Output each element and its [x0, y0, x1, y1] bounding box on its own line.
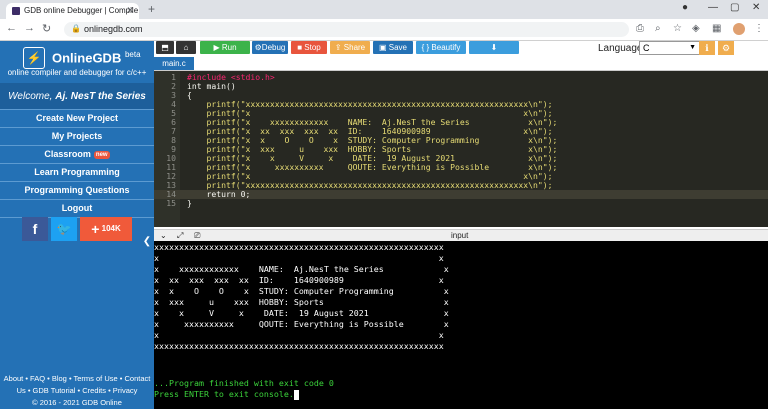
- close-tab-icon[interactable]: ✕: [126, 5, 134, 16]
- line-number: 15: [166, 198, 176, 208]
- reload-icon[interactable]: ↻: [42, 22, 51, 35]
- code-editor[interactable]: 1 #include <stdio.h> 2 int main() 3{4 printf…: [154, 71, 768, 227]
- site-favicon-icon: [12, 7, 20, 15]
- file-tab-bar: main.c: [154, 57, 768, 71]
- console-output-line: x x: [154, 253, 444, 263]
- code-text: return 0;: [187, 189, 251, 199]
- share-count-button[interactable]: + 104K: [80, 217, 132, 241]
- url-text: onlinegdb.com: [84, 24, 143, 34]
- grid-icon[interactable]: ▦: [712, 23, 721, 34]
- tagline: online compiler and debugger for c/c++: [7, 68, 147, 77]
- console-output-line: x x V x DATE: 19 August 2021 x: [154, 308, 449, 318]
- exit-status-text: ...Program finished with exit code 0: [154, 378, 334, 388]
- save-button[interactable]: ▣ Save: [373, 41, 413, 54]
- brand-name: OnlineGDB beta: [52, 50, 141, 66]
- code-line: 2 int main(): [154, 82, 768, 91]
- code-text: }: [187, 198, 192, 208]
- onlinegdb-logo-icon: ⚡: [23, 47, 45, 69]
- console-output-line: xxxxxxxxxxxxxxxxxxxxxxxxxxxxxxxxxxxxxxxx…: [154, 242, 444, 252]
- output-console[interactable]: xxxxxxxxxxxxxxxxxxxxxxxxxxxxxxxxxxxxxxxx…: [154, 241, 768, 409]
- chevron-down-icon: ▼: [689, 44, 696, 51]
- install-icon[interactable]: ⎙: [636, 23, 644, 34]
- sidebar-item-my-projects[interactable]: My Projects: [0, 127, 154, 145]
- browser-tab-title: GDB online Debugger | Compile: [24, 6, 139, 15]
- sidebar-footer: About • FAQ • Blog • Terms of Use • Cont…: [0, 373, 154, 409]
- welcome-box: Welcome, Aj. NesT the Series: [0, 83, 154, 109]
- code-line: 14 return 0;: [154, 190, 768, 199]
- welcome-text: Welcome, Aj. NesT the Series: [8, 91, 146, 102]
- download-button[interactable]: ⬇: [469, 41, 519, 54]
- window-close-icon[interactable]: ✕: [752, 2, 760, 13]
- facebook-share-button[interactable]: f: [22, 217, 48, 241]
- console-output-line: x xxx u xxx HOBBY: Sports x: [154, 297, 449, 307]
- expand-icon[interactable]: ⤢: [177, 231, 183, 241]
- press-enter-prompt: Press ENTER to exit console.: [154, 389, 299, 400]
- language-label: Language: [598, 43, 643, 54]
- sidebar-item-classroom[interactable]: Classroom new: [0, 145, 154, 163]
- code-line: 1 #include <stdio.h>: [154, 73, 768, 82]
- back-icon[interactable]: ←: [6, 22, 17, 34]
- debug-button[interactable]: ⚙Debug: [252, 41, 288, 54]
- extension-icon[interactable]: ◈: [692, 23, 700, 34]
- console-output-line: x x: [154, 330, 444, 340]
- collapse-console-icon[interactable]: ⌄: [160, 231, 167, 240]
- star-icon[interactable]: ☆: [673, 23, 682, 34]
- clear-console-icon[interactable]: ⎚: [194, 231, 200, 241]
- run-button[interactable]: ▶ Run: [200, 41, 250, 54]
- copyright-text: © 2016 - 2021 GDB Online: [32, 398, 122, 407]
- text-cursor: [293, 389, 299, 400]
- twitter-share-button[interactable]: 🐦: [51, 217, 77, 241]
- profile-dot-icon[interactable]: ●: [682, 2, 688, 13]
- settings-button[interactable]: ⚙: [718, 41, 734, 55]
- code-line: 15}: [154, 199, 768, 208]
- sidebar-item-create-new-project[interactable]: Create New Project: [0, 109, 154, 127]
- new-badge: new: [93, 150, 110, 159]
- zoom-icon[interactable]: ⌕: [655, 23, 661, 34]
- new-tab-icon[interactable]: +: [148, 2, 155, 16]
- console-output-line: x xxxxxxxxxx QOUTE: Everything is Possib…: [154, 319, 449, 329]
- code-text: int main(): [187, 81, 236, 91]
- sidebar-item-learn-programming[interactable]: Learn Programming: [0, 163, 154, 181]
- sidebar: ⚡ OnlineGDB beta online compiler and deb…: [0, 41, 154, 409]
- address-bar-row: ← → ↻ 🔒 onlinegdb.com ⎙ ⌕ ☆ ◈ ▦ ⋮: [0, 19, 768, 41]
- beautify-button[interactable]: { } Beautify: [416, 41, 466, 54]
- console-input-label: input: [451, 231, 469, 240]
- sidebar-item-programming-questions[interactable]: Programming Questions: [0, 181, 154, 199]
- open-file-button[interactable]: ⬒: [156, 41, 174, 54]
- lock-icon: 🔒: [71, 24, 81, 33]
- console-output-line: x xx xxx xxx xx ID: 1640900989 x: [154, 275, 444, 285]
- footer-links-line-1[interactable]: About • FAQ • Blog • Terms of Use • Cont…: [0, 373, 154, 385]
- console-output-line: x xxxxxxxxxxxx NAME: Aj.NesT the Series …: [154, 264, 449, 274]
- forward-icon[interactable]: →: [24, 22, 35, 34]
- browser-tab-bar: GDB online Debugger | Compile ✕ + ● — ▢ …: [0, 0, 768, 19]
- info-button[interactable]: ℹ: [699, 41, 715, 55]
- maximize-icon[interactable]: ▢: [730, 2, 739, 13]
- upload-button[interactable]: ⌂: [176, 41, 196, 54]
- console-output-line: xxxxxxxxxxxxxxxxxxxxxxxxxxxxxxxxxxxxxxxx…: [154, 341, 444, 351]
- menu-dots-icon[interactable]: ⋮: [754, 23, 764, 34]
- tab-main-c[interactable]: main.c: [154, 57, 194, 70]
- stop-button[interactable]: ■ Stop: [291, 41, 327, 54]
- share-button[interactable]: ⇪ Share: [330, 41, 370, 54]
- minimize-icon[interactable]: —: [708, 2, 718, 13]
- profile-avatar[interactable]: [733, 23, 745, 35]
- console-output-line: x x O O x STUDY: Computer Programming x: [154, 286, 449, 296]
- collapse-sidebar-button[interactable]: ❮: [141, 232, 153, 252]
- url-field[interactable]: 🔒 onlinegdb.com: [64, 22, 629, 37]
- footer-links-line-2[interactable]: Us • GDB Tutorial • Credits • Privacy: [0, 385, 154, 397]
- editor-toolbar: ⬒ ⌂ ▶ Run ⚙Debug ■ Stop ⇪ Share ▣ Save {…: [154, 41, 768, 57]
- browser-tab[interactable]: GDB online Debugger | Compile ✕: [6, 3, 139, 19]
- sidebar-item-logout[interactable]: Logout: [0, 199, 154, 218]
- sidebar-menu: Create New Project My Projects Classroom…: [0, 109, 154, 218]
- language-select[interactable]: C ▼: [639, 41, 700, 55]
